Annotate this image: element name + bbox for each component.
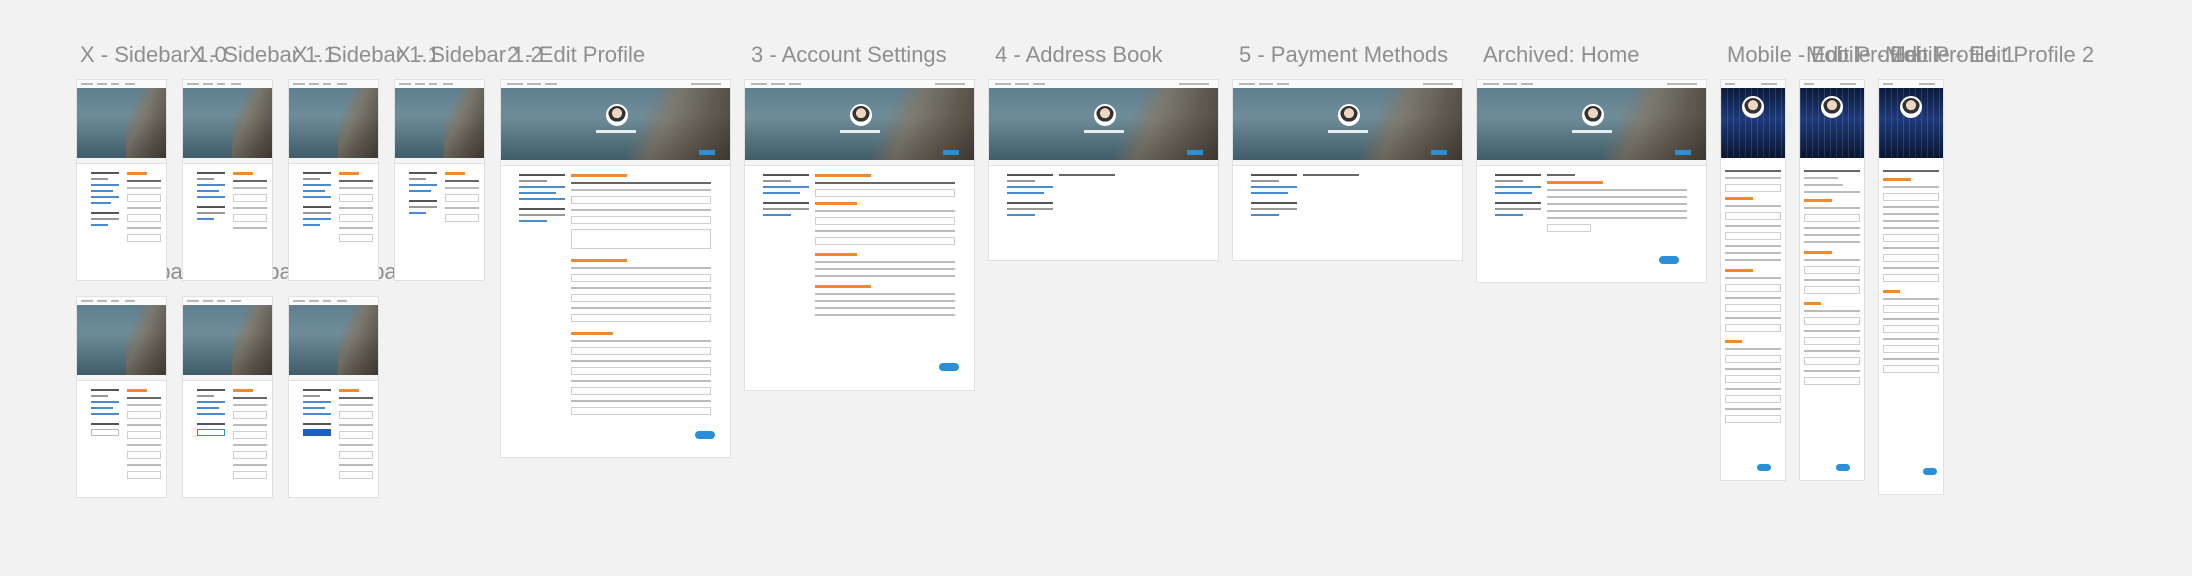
hero-banner: [183, 88, 272, 158]
main-content: [815, 174, 955, 321]
profile-avatar: [850, 104, 872, 126]
main-content: [127, 172, 161, 247]
save-button[interactable]: [1757, 464, 1771, 471]
artboard-label-payment-methods[interactable]: 5 - Payment Methods: [1239, 43, 1448, 67]
artboard-label-edit-profile[interactable]: 2 - Edit Profile: [507, 43, 645, 67]
artboard-mobile-edit-profile-1[interactable]: [1800, 80, 1864, 480]
artboard-address-book[interactable]: [989, 80, 1218, 260]
hero-banner: [77, 305, 166, 375]
main-content: [339, 389, 373, 484]
sidebar: [1495, 174, 1541, 220]
hero-banner: [1879, 88, 1943, 158]
save-button[interactable]: [939, 363, 959, 371]
profile-avatar: [1900, 96, 1922, 118]
artboard-label-account-settings[interactable]: 3 - Account Settings: [751, 43, 947, 67]
main-content: [1059, 174, 1199, 181]
hero-banner: [745, 88, 974, 160]
tab-bar: [745, 160, 974, 166]
sidebar: [91, 389, 119, 436]
sidebar: [303, 389, 331, 436]
hero-banner: [183, 305, 272, 375]
save-button[interactable]: [695, 431, 715, 439]
tab-bar: [989, 160, 1218, 166]
main-content: [1883, 170, 1939, 378]
tab-bar: [395, 158, 484, 164]
main-content: [1804, 170, 1860, 390]
main-content: [233, 389, 267, 484]
tab-bar: [1477, 160, 1706, 166]
hero-banner: [501, 88, 730, 160]
hero-banner: [289, 305, 378, 375]
save-button[interactable]: [1836, 464, 1850, 471]
tab-bar: [77, 158, 166, 164]
hero-banner: [989, 88, 1218, 160]
hero-banner: [289, 88, 378, 158]
tab-bar: [289, 375, 378, 381]
main-content: [1547, 174, 1687, 237]
artboard-sidebar-1-1b[interactable]: [289, 80, 378, 280]
hero-banner: [1721, 88, 1785, 158]
hero-banner: [1477, 88, 1706, 160]
hero-banner: [1800, 88, 1864, 158]
artboard-sidebar-1-2[interactable]: [395, 80, 484, 280]
sidebar: [763, 174, 809, 220]
artboard-label-archived-home[interactable]: Archived: Home: [1483, 43, 1640, 67]
sidebar: [1007, 174, 1053, 220]
main-content: [233, 172, 267, 234]
profile-avatar: [1821, 96, 1843, 118]
sidebar: [409, 172, 437, 218]
sidebar: [91, 172, 119, 230]
artboard-mobile-edit-profile-2[interactable]: [1879, 80, 1943, 494]
artboard-sidebar-2-1[interactable]: [183, 297, 272, 497]
artboard-edit-profile[interactable]: [501, 80, 730, 457]
main-content: [1725, 170, 1781, 428]
tab-bar: [77, 375, 166, 381]
hero-banner: [395, 88, 484, 158]
artboard-sidebar-1-0[interactable]: [77, 80, 166, 280]
main-content: [571, 174, 711, 420]
profile-avatar: [1742, 96, 1764, 118]
artboard-sidebar-2-2[interactable]: [289, 297, 378, 497]
sidebar: [1251, 174, 1297, 220]
tab-bar: [501, 160, 730, 166]
artboard-sidebar-2-0[interactable]: [77, 297, 166, 497]
save-button[interactable]: [1923, 468, 1937, 475]
main-content: [127, 389, 161, 484]
tab-bar: [183, 375, 272, 381]
artboard-label-address-book[interactable]: 4 - Address Book: [995, 43, 1163, 67]
tab-bar: [183, 158, 272, 164]
sidebar: [197, 389, 225, 436]
artboard-label-mobile-edit-profile-2[interactable]: Mobile - Edit Profile 2: [1885, 43, 2094, 67]
artboard-account-settings[interactable]: [745, 80, 974, 390]
main-content: [445, 172, 479, 227]
sidebar: [197, 172, 225, 224]
profile-avatar: [606, 104, 628, 126]
profile-avatar: [1338, 104, 1360, 126]
tab-bar: [1233, 160, 1462, 166]
hero-banner: [77, 88, 166, 158]
artboard-sidebar-1-1a[interactable]: [183, 80, 272, 280]
artboard-payment-methods[interactable]: [1233, 80, 1462, 260]
profile-avatar: [1094, 104, 1116, 126]
hero-banner: [1233, 88, 1462, 160]
main-content: [339, 172, 373, 247]
tab-bar: [289, 158, 378, 164]
profile-avatar: [1582, 104, 1604, 126]
main-content: [1303, 174, 1443, 181]
artboard-archived-home[interactable]: [1477, 80, 1706, 282]
save-button[interactable]: [1659, 256, 1679, 264]
sidebar: [519, 174, 565, 226]
sidebar: [303, 172, 331, 230]
artboard-mobile-edit-profile[interactable]: [1721, 80, 1785, 480]
